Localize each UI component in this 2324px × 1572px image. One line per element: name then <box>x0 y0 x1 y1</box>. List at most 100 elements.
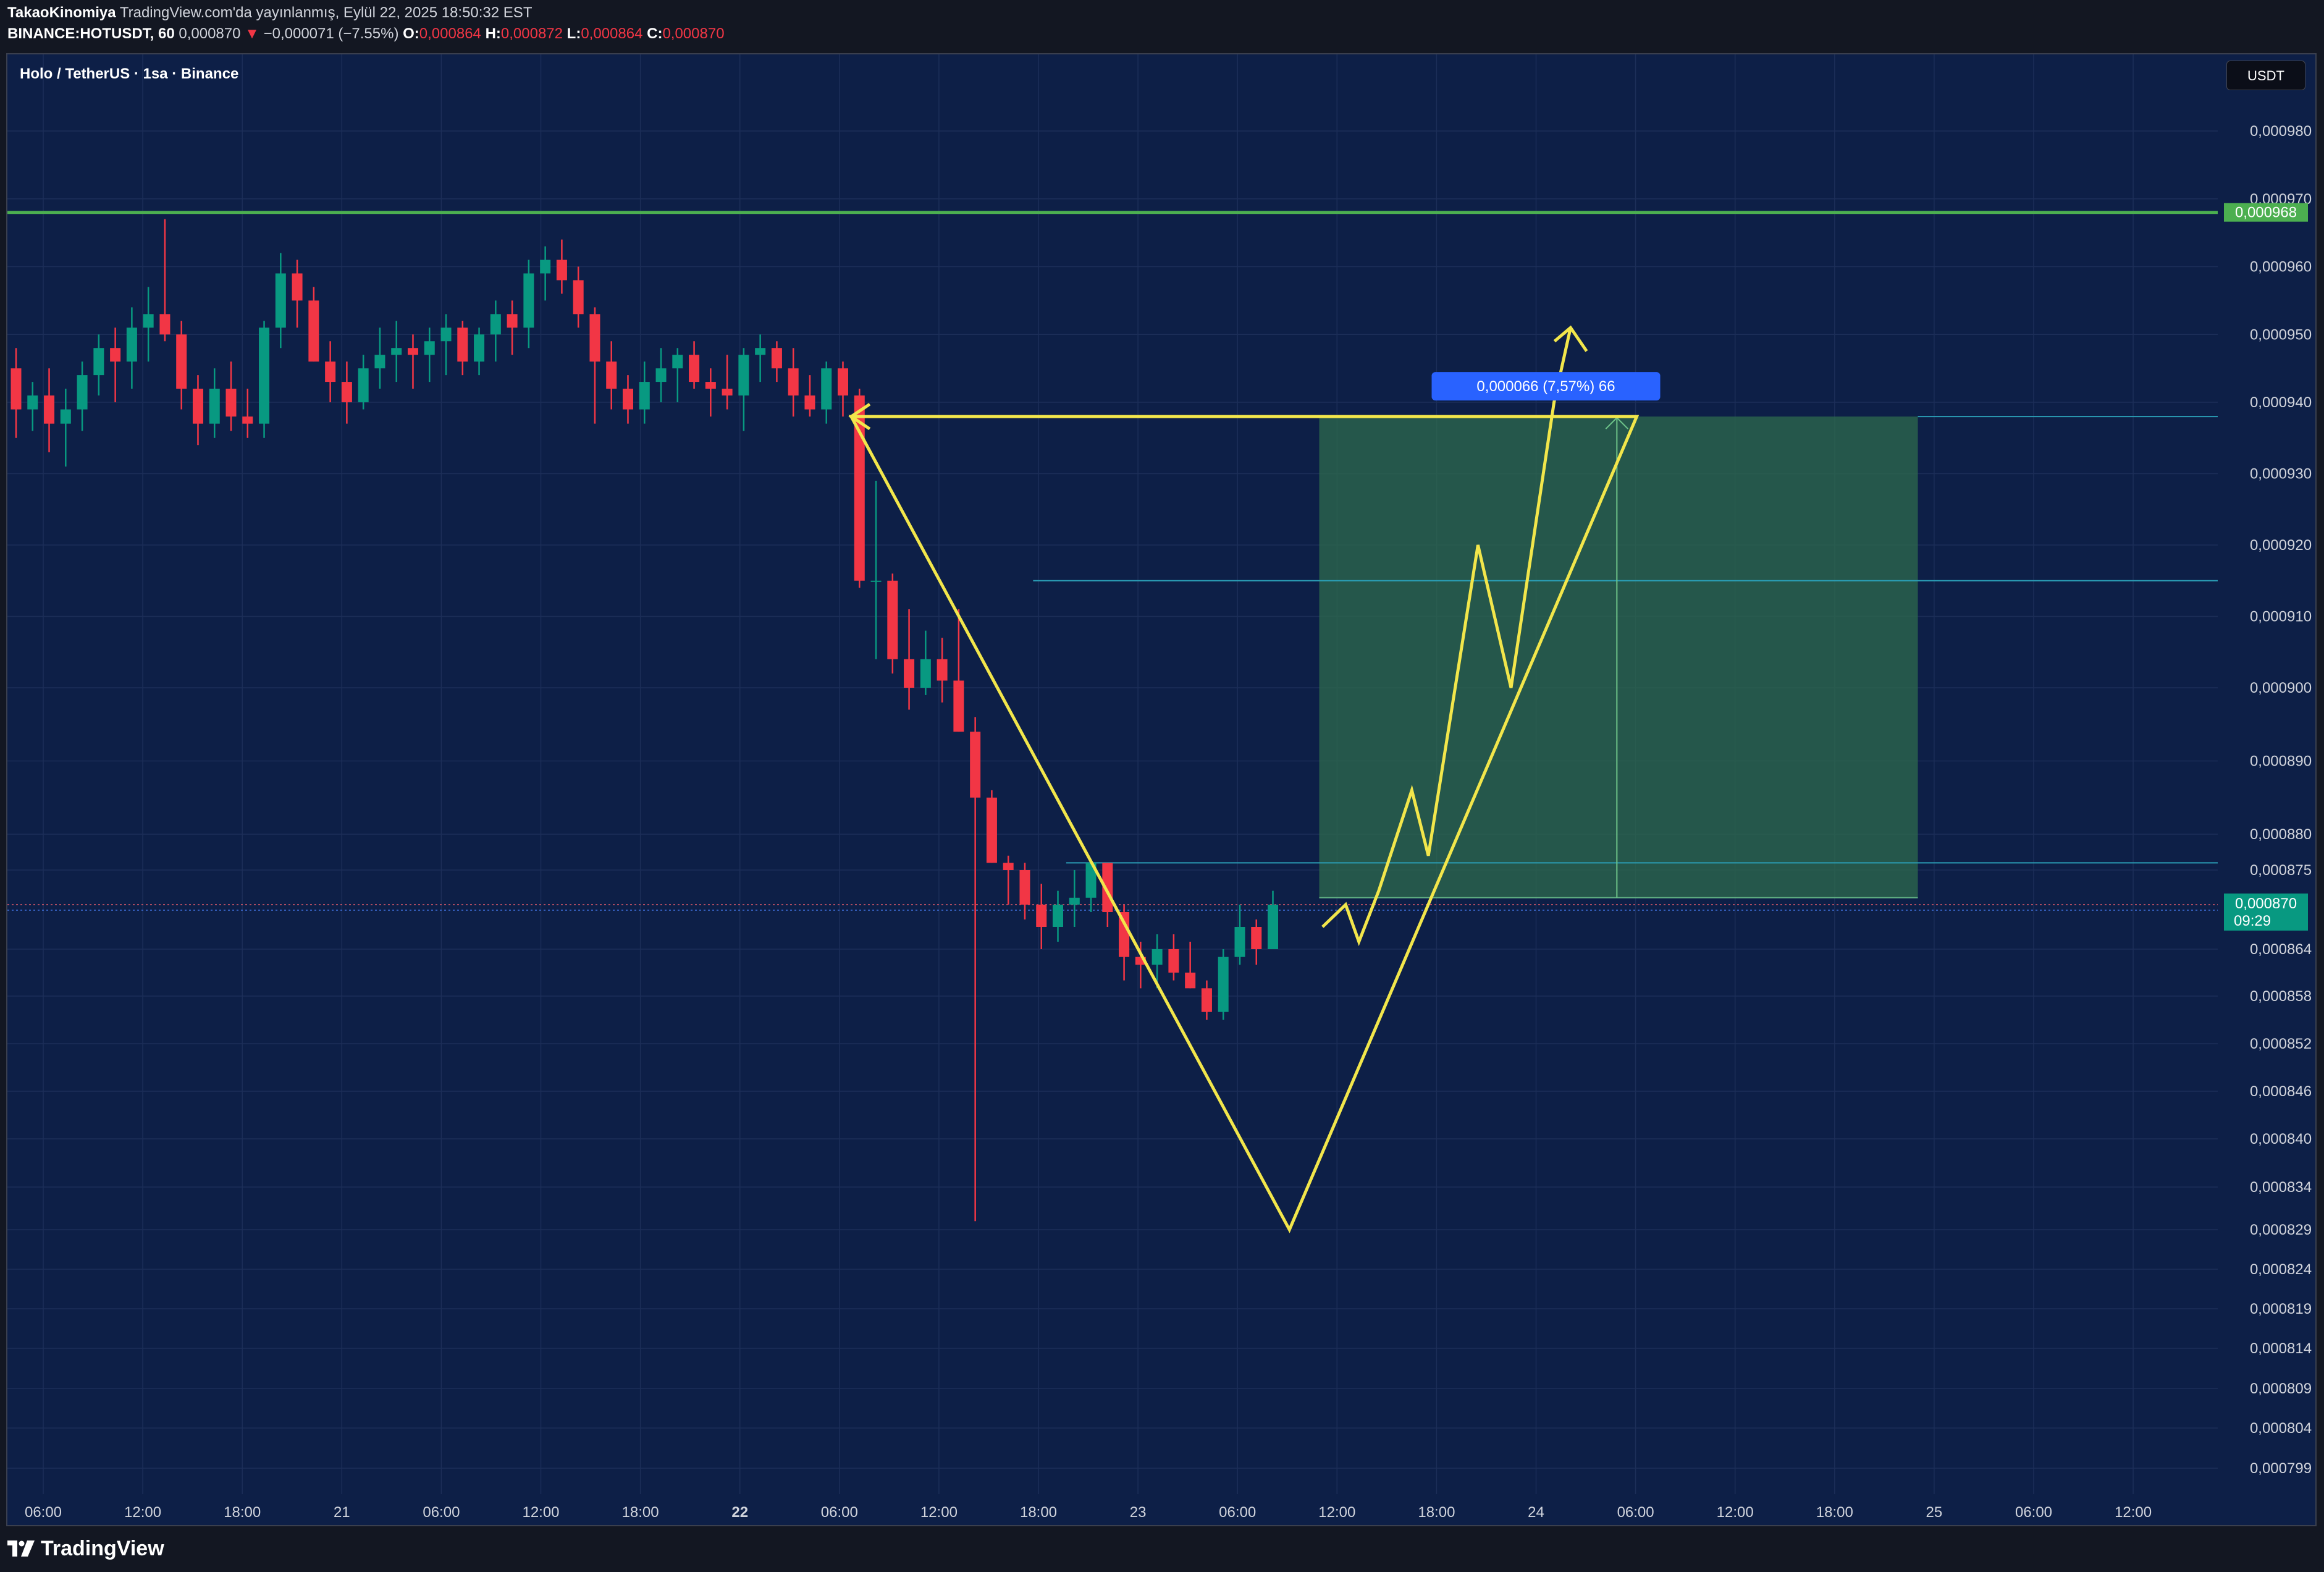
candle-body[interactable] <box>308 300 319 362</box>
candle-body[interactable] <box>391 348 402 355</box>
time-axis-label: 18:00 <box>1418 1504 1455 1521</box>
candle-body[interactable] <box>838 368 848 396</box>
candle-body[interactable] <box>639 382 650 410</box>
publisher-name[interactable]: TakaoKinomiya <box>7 4 116 21</box>
candle-body[interactable] <box>440 328 452 342</box>
time-axis-label: 12:00 <box>1717 1504 1754 1521</box>
candle-body[interactable] <box>259 328 270 424</box>
candle-body[interactable] <box>457 328 468 362</box>
candle-body[interactable] <box>556 260 567 281</box>
candle-body[interactable] <box>490 314 501 335</box>
price-axis-label: 0,000960 <box>2250 259 2312 276</box>
time-axis-label: 24 <box>1528 1504 1544 1521</box>
time-axis-label: 12:00 <box>1318 1504 1355 1521</box>
candle-body[interactable] <box>804 395 815 410</box>
candle-body[interactable] <box>93 348 104 376</box>
candle-body[interactable] <box>573 280 584 315</box>
measure-label: 0,000066 (7,57%) 66 <box>1476 378 1615 395</box>
candle-body[interactable] <box>738 355 749 396</box>
candle-body[interactable] <box>1036 905 1047 927</box>
candle-body[interactable] <box>159 314 171 335</box>
candle-body[interactable] <box>275 273 286 328</box>
price-chart[interactable]: 0,000066 (7,57%) 660,0009800,0009700,000… <box>7 54 2315 1525</box>
candle-body[interactable] <box>771 348 782 369</box>
candle-body[interactable] <box>474 334 485 362</box>
candle-body[interactable] <box>176 334 187 389</box>
candle-body[interactable] <box>1268 905 1279 949</box>
candle-body[interactable] <box>788 368 799 396</box>
candle-body[interactable] <box>27 395 38 410</box>
candle-body[interactable] <box>424 341 435 355</box>
candle-body[interactable] <box>986 797 997 863</box>
candle-body[interactable] <box>225 389 237 417</box>
candle-body[interactable] <box>904 659 915 688</box>
symbol-label[interactable]: BINANCE:HOTUSDT, 60 <box>7 25 175 42</box>
price-axis-label: 0,000940 <box>2250 394 2312 411</box>
candle-body[interactable] <box>242 416 253 424</box>
candle-body[interactable] <box>60 409 71 424</box>
candle-body[interactable] <box>655 368 667 382</box>
candle-body[interactable] <box>209 389 220 424</box>
candle-body[interactable] <box>821 368 832 410</box>
candle-body[interactable] <box>953 680 964 732</box>
candle-body[interactable] <box>77 375 88 410</box>
candle-body[interactable] <box>1003 863 1014 870</box>
candle-body[interactable] <box>44 395 55 424</box>
candle-body[interactable] <box>1234 927 1245 957</box>
candle-body[interactable] <box>507 314 518 328</box>
candle-body[interactable] <box>1019 870 1030 905</box>
price-axis-label: 0,000829 <box>2250 1222 2312 1238</box>
candle-body[interactable] <box>887 580 898 659</box>
candle-body[interactable] <box>705 382 716 389</box>
candle-body[interactable] <box>1251 927 1262 949</box>
price-axis-label: 0,000864 <box>2250 941 2312 958</box>
last-price: 0,000870 <box>179 25 241 42</box>
candle-body[interactable] <box>1151 949 1163 965</box>
time-axis-label: 12:00 <box>920 1504 958 1521</box>
target-zone[interactable] <box>1319 416 1918 898</box>
candle-body[interactable] <box>589 314 600 362</box>
price-axis-label: 0,000819 <box>2250 1301 2312 1317</box>
candle-body[interactable] <box>110 348 121 362</box>
candle-body[interactable] <box>755 348 766 355</box>
brand-name: TradingView <box>41 1536 164 1560</box>
tradingview-logo[interactable]: TradingView <box>7 1536 164 1561</box>
ohlc-line: BINANCE:HOTUSDT, 60 0,000870 ▼ −0,000071… <box>7 25 725 43</box>
candle-body[interactable] <box>606 361 617 389</box>
candle-body[interactable] <box>672 355 683 369</box>
candle-body[interactable] <box>325 361 336 382</box>
price-axis-label: 0,000809 <box>2250 1380 2312 1397</box>
candle-body[interactable] <box>970 732 981 798</box>
candle-body[interactable] <box>540 260 551 274</box>
chart-panel[interactable]: 0,000066 (7,57%) 66 0,000980 0,000970 0,000… <box>6 53 2317 1526</box>
candle-body[interactable] <box>1053 905 1064 927</box>
candle-body[interactable] <box>126 328 137 362</box>
price-axis-label: 0,000824 <box>2250 1261 2312 1278</box>
candle-body[interactable] <box>523 273 534 328</box>
candle-body[interactable] <box>292 273 303 301</box>
time-axis-label: 06:00 <box>25 1504 62 1521</box>
candle-body[interactable] <box>622 389 633 410</box>
candle-body[interactable] <box>1069 897 1080 905</box>
candle-body[interactable] <box>722 389 733 396</box>
currency-selector[interactable]: USDT <box>2226 61 2305 90</box>
time-axis-label: 06:00 <box>2015 1504 2052 1521</box>
candle-body[interactable] <box>341 382 352 402</box>
candle-body[interactable] <box>374 355 385 369</box>
candle-body[interactable] <box>192 389 203 424</box>
candle-body[interactable] <box>689 355 700 382</box>
candle-body[interactable] <box>870 580 882 582</box>
candle-body[interactable] <box>358 368 369 402</box>
time-axis-label: 25 <box>1926 1504 1943 1521</box>
time-axis-label: 06:00 <box>423 1504 460 1521</box>
candle-body[interactable] <box>407 348 418 355</box>
candle-body[interactable] <box>11 368 22 410</box>
candle-body[interactable] <box>1185 973 1196 989</box>
candle-body[interactable] <box>920 659 931 688</box>
candle-body[interactable] <box>1201 988 1212 1012</box>
price-axis-label: 0,000900 <box>2250 680 2312 696</box>
candle-body[interactable] <box>143 314 154 328</box>
candle-body[interactable] <box>937 659 948 681</box>
candle-body[interactable] <box>1168 949 1179 973</box>
candle-body[interactable] <box>1218 957 1229 1012</box>
